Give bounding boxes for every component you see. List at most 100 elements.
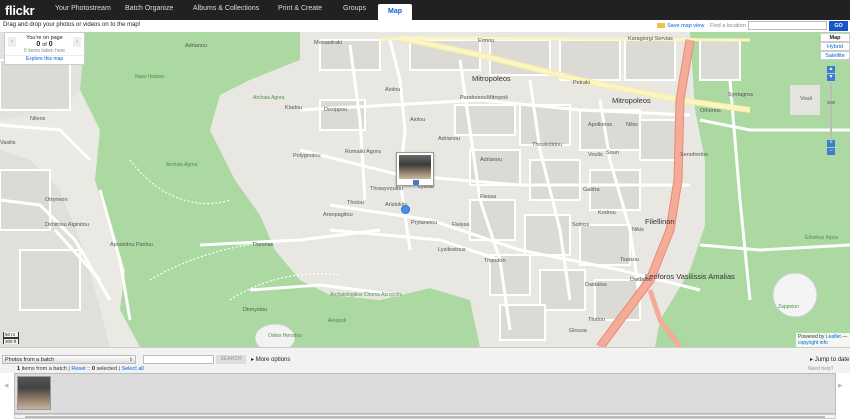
street-label: Kladou <box>285 105 303 111</box>
pan-down-icon[interactable]: ▾ <box>827 74 835 81</box>
reset-link[interactable]: Reset <box>71 366 85 372</box>
place-label: Odeio Herodou <box>268 333 302 339</box>
street-label: Mitropoleos <box>472 74 511 83</box>
street-label: Daidalou <box>585 282 607 288</box>
tray-photo-thumbnail[interactable] <box>17 376 51 410</box>
place-label: Archaia Agora <box>253 95 285 101</box>
batch-search-button[interactable]: SEARCH <box>216 355 246 364</box>
nav-batch-organize[interactable]: Batch Organize <box>125 5 173 12</box>
place-label: Vouli <box>800 96 812 102</box>
place-label: Ethnikos Kipos <box>805 235 839 241</box>
photo-tray <box>14 373 836 414</box>
pan-up-icon[interactable]: ▴ <box>827 66 835 73</box>
street-label: Aiolou <box>385 87 401 93</box>
street-label: Tholou <box>347 200 364 206</box>
street-label: Nikis <box>632 227 644 233</box>
street-label: Dexippou <box>324 107 348 113</box>
nav-map[interactable]: Map <box>378 4 412 20</box>
batch-select[interactable]: Photos from a batch ⇕ <box>2 355 136 364</box>
street-label: Adrianou <box>185 43 208 49</box>
zoom-slider[interactable] <box>827 83 835 138</box>
page-total: 0 <box>48 41 53 48</box>
page-info-box: ‹ › You're on page 0 of 0 0 items taken … <box>4 32 85 65</box>
find-location-input[interactable] <box>748 21 827 30</box>
attribution-sep: — <box>842 334 848 340</box>
street-label: Nileos <box>30 116 46 122</box>
map-subbar: Drag and drop your photos or videos on t… <box>0 20 850 32</box>
counts-sep: :: <box>87 366 91 372</box>
street-label: Aiolou <box>410 117 426 123</box>
street-label: Apollonos <box>588 122 613 128</box>
street-label: Tsatsou <box>620 257 639 263</box>
nav-print-create[interactable]: Print & Create <box>278 5 322 12</box>
zoom-control: ▴ ▾ + − <box>826 66 836 156</box>
street-label: Dionysiou <box>243 307 268 313</box>
items-text: items from a batch <box>21 366 67 372</box>
map-type-hybrid[interactable]: Hybrid <box>820 42 850 51</box>
flickr-map-page: flickr Your Photostream Batch Organize A… <box>0 0 850 420</box>
page-current: 0 <box>36 41 41 48</box>
street-label: Pandrosou <box>460 95 487 101</box>
tray-scrollbar-thumb[interactable] <box>25 416 825 418</box>
prev-page-arrow-icon[interactable]: ‹ <box>8 37 16 47</box>
street-label: Filellinon <box>645 217 675 226</box>
flickr-logo[interactable]: flickr <box>5 3 35 18</box>
street-label: Sotiros <box>572 222 590 228</box>
place-label: Archaiologikos Choros Akropolis <box>330 292 402 298</box>
photo-popup[interactable] <box>396 152 434 186</box>
street-label: Karagiorgi Servias <box>628 36 673 42</box>
selection-counts: 1 items from a batch | Reset :: 0 select… <box>17 366 144 372</box>
go-button[interactable]: GO <box>829 21 848 31</box>
photo-thumbnail[interactable] <box>399 155 431 179</box>
jump-to-date-toggle[interactable]: ▸ Jump to date <box>810 356 849 363</box>
save-map-view-label: Save map view <box>667 23 705 29</box>
street-label: Glouoa <box>569 328 587 334</box>
tray-scrollbar[interactable] <box>14 414 836 419</box>
selected-text: selected <box>96 366 117 372</box>
street-label: Daidalou <box>630 277 652 283</box>
map-type-switcher: Map Hybrid Satellite <box>820 33 850 60</box>
place-label: Akropoli <box>328 318 347 324</box>
nav-albums-collections[interactable]: Albums & Collections <box>193 5 259 12</box>
street-label: Petraki <box>573 80 591 86</box>
map-pin-icon[interactable] <box>401 205 410 214</box>
place-label: Archaia Agora <box>166 162 198 168</box>
tray-next-arrow-icon[interactable]: ▸ <box>838 380 843 391</box>
save-map-view-link[interactable]: Save map view <box>657 23 704 29</box>
batch-search-input[interactable] <box>143 355 214 364</box>
copyright-link[interactable]: copyright info <box>798 340 828 346</box>
nav-groups[interactable]: Groups <box>343 5 366 12</box>
street-label: Voulis <box>588 152 603 158</box>
street-label: Tripodon <box>484 258 506 264</box>
explore-map-link[interactable]: Explore this map <box>5 55 84 62</box>
street-label: Lysikratous <box>438 247 466 253</box>
top-nav: flickr Your Photostream Batch Organize A… <box>0 0 850 20</box>
street-label: Syntagma <box>728 92 753 98</box>
more-options-toggle[interactable]: ▸ More options <box>251 356 290 363</box>
street-label: Xenofontos <box>680 152 708 158</box>
need-help-link[interactable]: Need help? <box>808 366 834 372</box>
street-label: Apostolou Pavlou <box>110 242 153 248</box>
next-page-arrow-icon[interactable]: › <box>73 37 81 47</box>
street-label: Nikis <box>626 122 638 128</box>
zoom-out-button[interactable]: − <box>827 148 835 155</box>
triangle-right-icon: ▸ <box>810 357 814 363</box>
street-label: Mitropoleos <box>612 96 651 105</box>
map-type-map[interactable]: Map <box>820 33 850 42</box>
leaflet-link[interactable]: Leaflet <box>826 334 841 340</box>
scale-imperial: 300 ft <box>3 338 19 344</box>
place-label: Zappeion <box>778 304 799 310</box>
select-all-link[interactable]: Select all <box>121 366 143 372</box>
street-label: Vasilis <box>0 140 16 146</box>
map-attribution: Powered by Leaflet — copyright info <box>796 333 850 347</box>
zoom-slider-handle[interactable] <box>827 101 835 104</box>
street-label: Polygnotou <box>293 153 321 159</box>
flag-icon <box>657 23 665 29</box>
map-type-satellite[interactable]: Satellite <box>820 51 850 60</box>
street-label: Fleissa <box>452 222 470 228</box>
zoom-in-button[interactable]: + <box>827 140 835 147</box>
nav-your-photostream[interactable]: Your Photostream <box>55 5 111 12</box>
map-canvas[interactable]: Ermou Karagiorgi Servias Mitropoleos Mit… <box>0 32 850 347</box>
tray-prev-arrow-icon[interactable]: ◂ <box>4 380 9 391</box>
batch-select-value: Photos from a batch <box>5 357 55 363</box>
